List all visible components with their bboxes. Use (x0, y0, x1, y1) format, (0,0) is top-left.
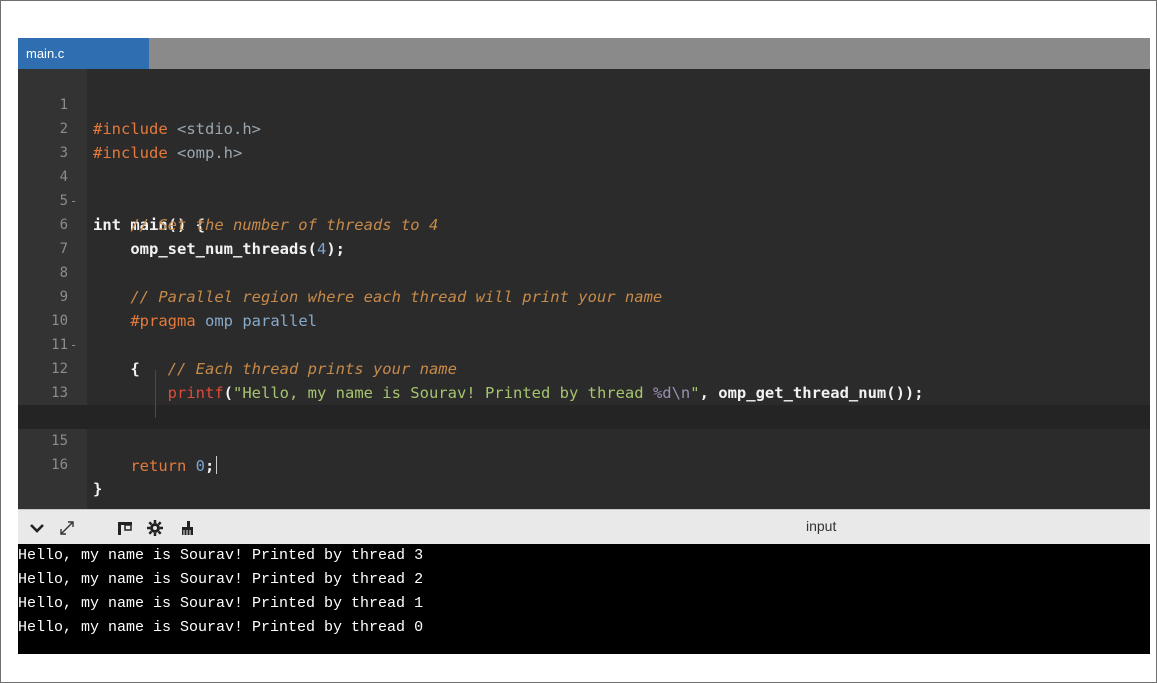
text-cursor (216, 456, 218, 474)
code-lines: 1 #include <stdio.h> 2 #include <omp.h> … (18, 69, 1150, 498)
code-line-current: 15 return 0; (18, 405, 1150, 475)
console-output: Hello, my name is Sourav! Printed by thr… (18, 544, 1150, 654)
code-line: 16 } (18, 429, 1150, 498)
code-editor[interactable]: 1 #include <stdio.h> 2 #include <omp.h> … (18, 69, 1150, 509)
input-tab-label[interactable]: input (806, 518, 836, 534)
code-line: 7 (18, 213, 1150, 257)
clear-icon[interactable] (178, 519, 196, 537)
code-line: 4 - int main() { (18, 141, 1150, 234)
code-text: return 0; (93, 453, 218, 478)
code-line: 12 printf("Hello, my name is Sourav! Pri… (18, 333, 1150, 402)
code-text: } (93, 480, 103, 498)
console-line: Hello, my name is Sourav! Printed by thr… (18, 547, 424, 564)
tab-main-c[interactable]: main.c (18, 38, 149, 69)
settings-icon[interactable] (146, 519, 164, 537)
code-line: 13 } (18, 357, 1150, 426)
output-panel-toolbar: input (18, 509, 1150, 545)
code-line: 14 (18, 381, 1150, 425)
layout-icon[interactable] (116, 519, 134, 537)
code-line: 5 // Set the number of threads to 4 (18, 165, 1150, 234)
line-number: 16 (51, 457, 68, 473)
console-line: Hello, my name is Sourav! Printed by thr… (18, 571, 424, 588)
code-line: 11 // Each thread prints your name (18, 309, 1150, 378)
code-line: 9 #pragma omp parallel (18, 261, 1150, 330)
chevron-down-icon[interactable] (28, 519, 46, 537)
code-line: 10 - { (18, 285, 1150, 378)
window-frame: main.c 1 #include <stdio.h> 2 #include <… (0, 0, 1157, 683)
console-line: Hello, my name is Sourav! Printed by thr… (18, 595, 424, 612)
code-line: 2 #include <omp.h> (18, 93, 1150, 162)
indent-guide (155, 370, 156, 418)
expand-icon[interactable] (58, 519, 76, 537)
console-line: Hello, my name is Sourav! Printed by thr… (18, 619, 424, 636)
code-line: 8 // Parallel region where each thread w… (18, 237, 1150, 306)
code-line: 1 #include <stdio.h> (18, 69, 1150, 138)
code-line: 3 (18, 117, 1150, 161)
code-line: 6 omp_set_num_threads(4); (18, 189, 1150, 258)
editor-tab-bar: main.c (18, 38, 1150, 69)
